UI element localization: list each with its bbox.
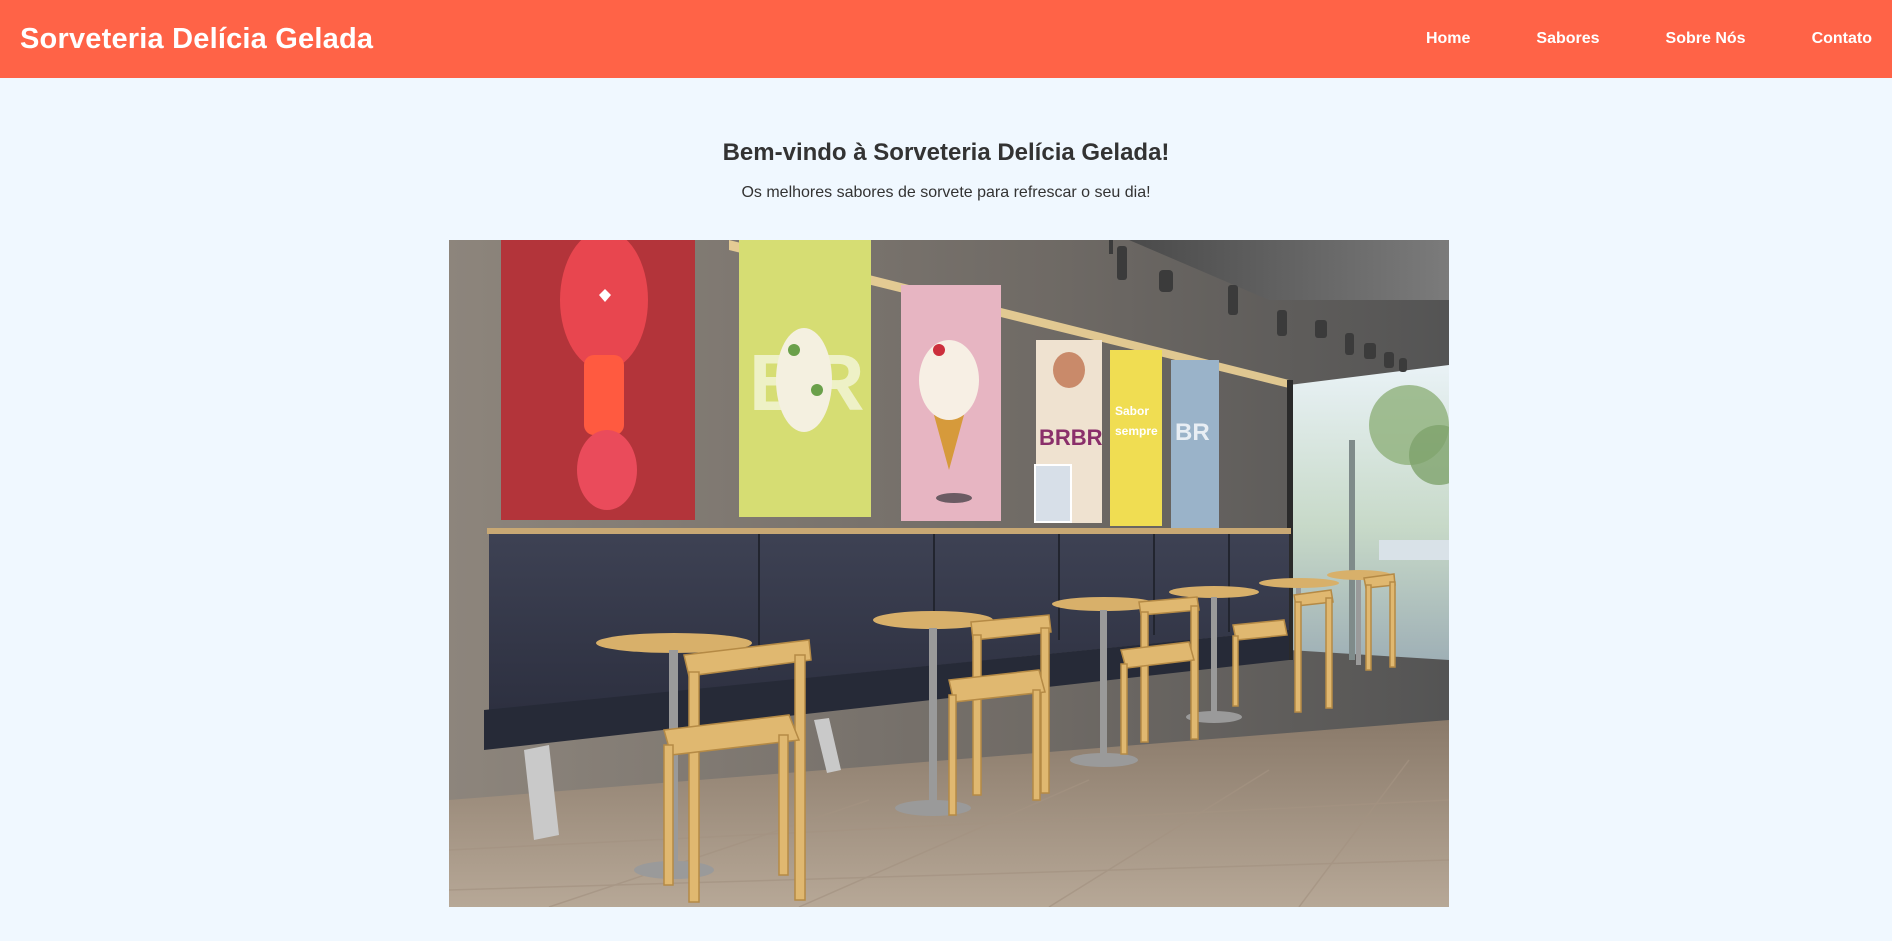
nav-link-sabores[interactable]: Sabores (1536, 30, 1599, 48)
nav-link-contato[interactable]: Contato (1812, 30, 1872, 48)
main-nav: Home Sabores Sobre Nós Contato (1360, 0, 1872, 78)
site-brand[interactable]: Sorveteria Delícia Gelada (20, 23, 373, 56)
welcome-title: Bem-vindo à Sorveteria Delícia Gelada! (722, 139, 1170, 166)
svg-text:Sabor: Sabor (1115, 404, 1149, 418)
nav-link-home[interactable]: Home (1426, 30, 1470, 48)
svg-text:sempre: sempre (1115, 424, 1158, 438)
svg-text:BR: BR (1175, 419, 1210, 446)
site-header: Sorveteria Delícia Gelada Home Sabores S… (0, 0, 1892, 78)
nav-link-sobre-nos[interactable]: Sobre Nós (1666, 30, 1746, 48)
shop-interior-photo: BR BRBR Sabor sempre BR (449, 240, 1449, 907)
welcome-section: Bem-vindo à Sorveteria Delícia Gelada! O… (0, 78, 1892, 202)
welcome-subtitle: Os melhores sabores de sorvete para refr… (741, 184, 1151, 201)
svg-text:BRBR: BRBR (1039, 425, 1103, 450)
